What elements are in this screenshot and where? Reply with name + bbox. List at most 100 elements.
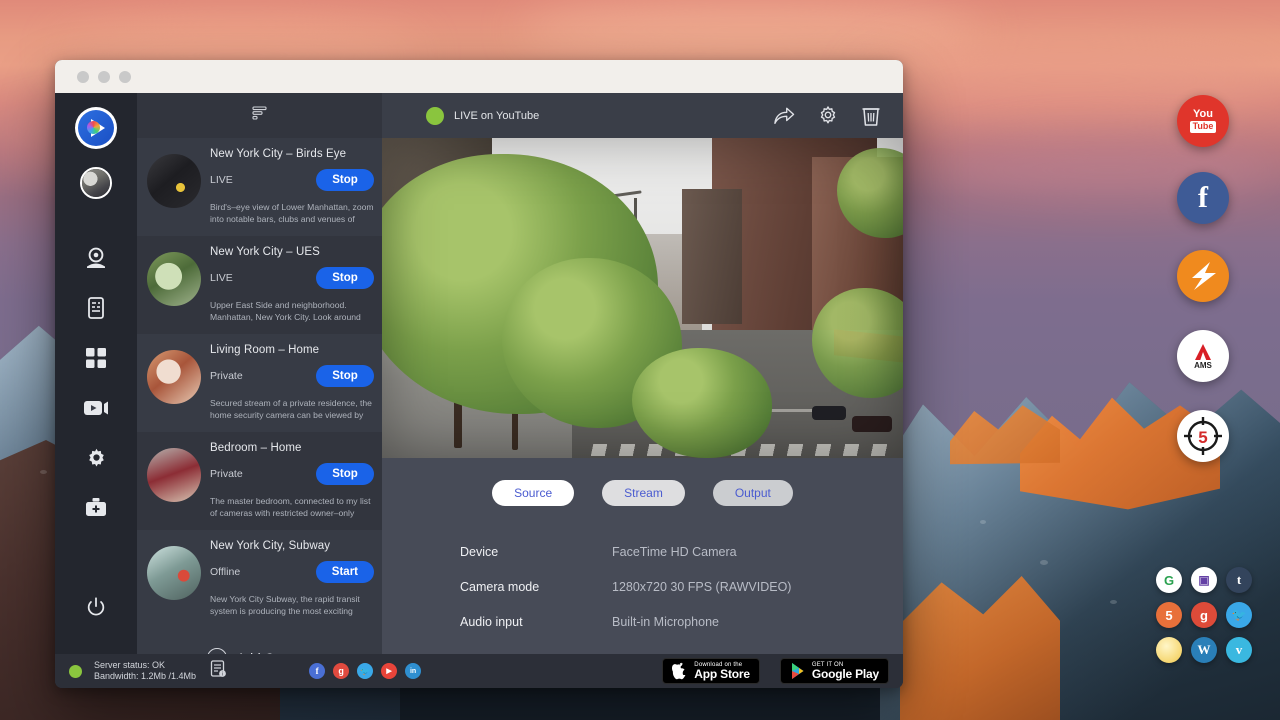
camera-title: Bedroom – Home	[210, 442, 374, 454]
play-triangle-icon	[790, 662, 806, 680]
minimize-button[interactable]	[98, 71, 110, 83]
ams-label: AMS	[1194, 362, 1212, 370]
camera-thumbnail	[147, 546, 201, 600]
logo-color-blob	[87, 121, 100, 134]
add-camera-button[interactable]: + Add Camera	[137, 628, 382, 654]
camera-action-button[interactable]: Stop	[316, 365, 374, 387]
mini-icon-g[interactable]: G	[1156, 567, 1182, 593]
dock-icon-facebook[interactable]: f	[1177, 172, 1229, 224]
camera-list-item[interactable]: New York City – UES LIVE Stop Upper East…	[137, 236, 382, 334]
detail-label: Audio input	[460, 615, 612, 629]
bandwidth-text: Bandwidth: 1.2Mb /1.4Mb	[94, 671, 196, 682]
share-icon	[773, 106, 795, 126]
tab-stream[interactable]: Stream	[602, 480, 685, 506]
share-button[interactable]	[767, 106, 801, 126]
detail-row-audio-input: Audio input Built-in Microphone	[460, 604, 903, 639]
mini-icon-tumblr[interactable]: t	[1226, 567, 1252, 593]
detail-value[interactable]: Built-in Microphone	[612, 615, 719, 629]
zoom-button[interactable]	[119, 71, 131, 83]
sort-icon[interactable]	[251, 104, 269, 127]
delete-button[interactable]	[855, 105, 887, 127]
facebook-icon: f	[1198, 183, 1208, 213]
camera-status: LIVE	[210, 272, 233, 284]
adobe-a-icon	[1193, 343, 1213, 361]
document-info-icon: i	[210, 660, 227, 678]
social-facebook[interactable]: f	[309, 663, 325, 679]
live-status-dot	[426, 107, 444, 125]
app-store-badge[interactable]: Download on the App Store	[662, 658, 760, 684]
detail-value[interactable]: FaceTime HD Camera	[612, 545, 737, 559]
sidebar-item-account[interactable]	[80, 167, 112, 199]
mini-icon-google-plus[interactable]: g	[1191, 602, 1217, 628]
main-toolbar: LIVE on YouTube	[382, 93, 903, 138]
settings-tabs: Source Stream Output	[382, 458, 903, 506]
youtube-icon-you: You	[1193, 109, 1213, 120]
sidebar-item-settings[interactable]	[55, 433, 137, 483]
camera-thumbnail	[147, 350, 201, 404]
camera-action-button[interactable]: Start	[316, 561, 374, 583]
dock-icon-adobe-ams[interactable]: AMS	[1177, 330, 1229, 382]
video-preview[interactable]	[382, 138, 903, 458]
camera-list-item[interactable]: Bedroom – Home Private Stop The master b…	[137, 432, 382, 530]
social-google-plus[interactable]: g	[333, 663, 349, 679]
mini-icon-vimeo[interactable]: v	[1226, 637, 1252, 663]
target-icon: 5	[1181, 414, 1225, 458]
grid-icon	[85, 347, 107, 369]
dock-icon-target-five[interactable]: 5	[1177, 410, 1229, 462]
camera-list[interactable]: New York City – Birds Eye LIVE Stop Bird…	[137, 138, 382, 654]
mini-icon-twitter[interactable]: 🐦	[1226, 602, 1252, 628]
social-twitter[interactable]: 🐦	[357, 663, 373, 679]
mini-icon-yellow[interactable]	[1156, 637, 1182, 663]
snow-speck	[1110, 600, 1117, 604]
settings-button[interactable]	[811, 105, 845, 127]
social-links: f g 🐦 ▶ in	[309, 663, 421, 679]
gear-icon	[85, 447, 108, 470]
close-button[interactable]	[77, 71, 89, 83]
svg-text:5: 5	[1198, 428, 1207, 447]
camera-list-item[interactable]: New York City – Birds Eye LIVE Stop Bird…	[137, 138, 382, 236]
user-avatar-icon	[82, 169, 110, 197]
add-camera-label: Add Camera	[237, 651, 313, 655]
server-status-block: Server status: OK Bandwidth: 1.2Mb /1.4M…	[94, 660, 196, 683]
sidebar-item-power[interactable]	[55, 582, 137, 632]
tab-source[interactable]: Source	[492, 480, 574, 506]
camera-title: Living Room – Home	[210, 344, 374, 356]
main-panel: LIVE on YouTube	[382, 93, 903, 654]
sidebar-item-reports[interactable]	[55, 283, 137, 333]
video-player-icon	[83, 397, 109, 419]
mini-icon-twitch[interactable]: ▣	[1191, 567, 1217, 593]
log-button[interactable]: i	[210, 660, 227, 683]
sidebar-item-support[interactable]	[55, 483, 137, 533]
apple-icon	[672, 662, 688, 681]
detail-row-camera-mode: Camera mode 1280x720 30 FPS (RAWVIDEO)	[460, 569, 903, 604]
sidebar-item-cameras[interactable]	[55, 233, 137, 283]
social-linkedin[interactable]: in	[405, 663, 421, 679]
camera-thumbnail	[147, 252, 201, 306]
dock-icon-youtube[interactable]: You Tube	[1177, 95, 1229, 147]
camera-action-button[interactable]: Stop	[316, 169, 374, 191]
mini-icon-wordpress[interactable]: W	[1191, 637, 1217, 663]
cloud	[940, 140, 1280, 200]
live-status-label: LIVE on YouTube	[454, 110, 539, 122]
sidebar-item-player[interactable]	[55, 383, 137, 433]
sidebar-item-logo[interactable]	[75, 107, 117, 149]
camera-list-item[interactable]: New York City, Subway Offline Start New …	[137, 530, 382, 628]
camera-title: New York City – UES	[210, 246, 374, 258]
camera-thumbnail	[147, 448, 201, 502]
camera-action-button[interactable]: Stop	[316, 463, 374, 485]
cloud	[520, 0, 980, 60]
sidebar-item-grid[interactable]	[55, 333, 137, 383]
camera-description: The master bedroom, connected to my list…	[210, 495, 374, 520]
camera-list-item[interactable]: Living Room – Home Private Stop Secured …	[137, 334, 382, 432]
detail-value[interactable]: 1280x720 30 FPS (RAWVIDEO)	[612, 580, 791, 594]
video-car	[852, 416, 892, 432]
google-play-badge[interactable]: GET IT ON Google Play	[780, 658, 889, 684]
server-status-text: Server status: OK	[94, 660, 196, 671]
camera-action-button[interactable]: Stop	[316, 267, 374, 289]
video-car	[812, 406, 846, 420]
server-status-dot	[69, 665, 82, 678]
dock-icon-wowza[interactable]	[1177, 250, 1229, 302]
social-youtube[interactable]: ▶	[381, 663, 397, 679]
tab-output[interactable]: Output	[713, 480, 793, 506]
mini-icon-five[interactable]: 5	[1156, 602, 1182, 628]
